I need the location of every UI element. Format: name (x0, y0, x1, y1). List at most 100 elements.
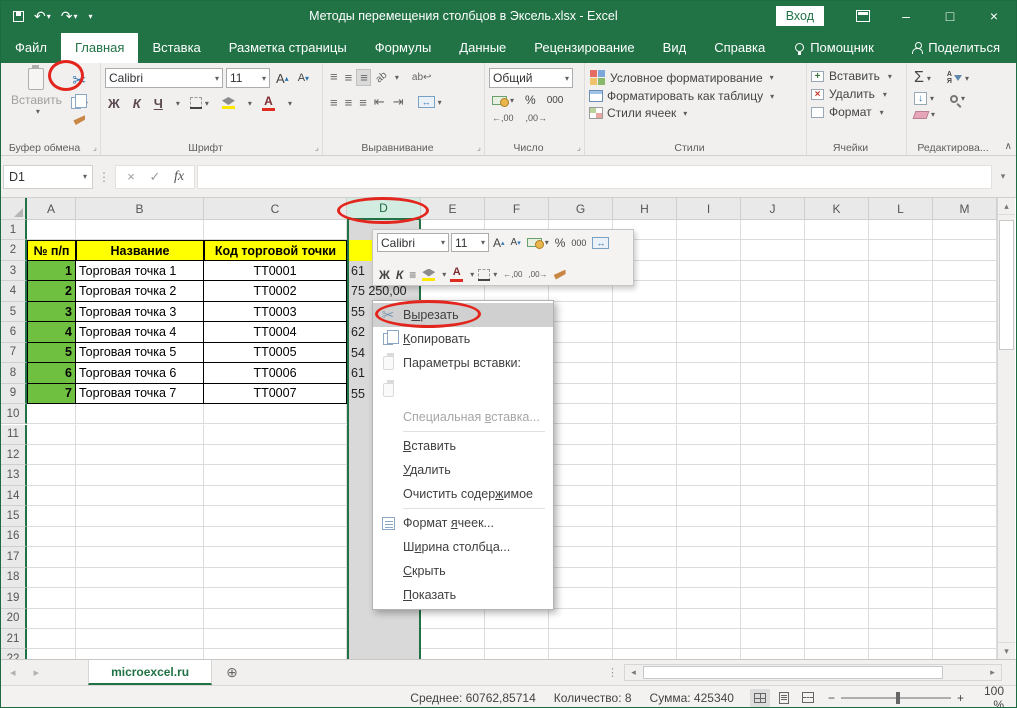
mini-accounting-icon[interactable]: ▾ (525, 238, 551, 247)
cell-H11[interactable] (613, 425, 677, 445)
row-header-10[interactable]: 10 (1, 404, 27, 424)
cell-G17[interactable] (549, 547, 613, 567)
cell-A19[interactable] (27, 588, 76, 608)
align-bottom-icon[interactable]: ≡ (356, 69, 371, 86)
format-as-table-button[interactable]: Форматировать как таблицу▾ (589, 89, 802, 103)
row-header-19[interactable]: 19 (1, 588, 27, 608)
cell-C14[interactable] (204, 486, 347, 506)
cell-G20[interactable] (549, 609, 613, 629)
cell-A7[interactable]: 5 (27, 343, 76, 363)
cell-M18[interactable] (933, 568, 997, 588)
row-header-11[interactable]: 11 (1, 425, 27, 445)
mini-fill-color-icon[interactable] (420, 269, 437, 281)
cell-A17[interactable] (27, 547, 76, 567)
cell-K16[interactable] (805, 527, 869, 547)
cell-D5-value[interactable]: 55 (351, 305, 365, 319)
cell-M14[interactable] (933, 486, 997, 506)
align-middle-icon[interactable]: ≡ (342, 70, 355, 85)
row-header-3[interactable]: 3 (1, 261, 27, 281)
cell-J5[interactable] (741, 302, 805, 322)
tab-Формулы[interactable]: Формулы (361, 33, 446, 63)
cell-G7[interactable] (549, 343, 613, 363)
cell-B18[interactable] (76, 568, 204, 588)
cell-I13[interactable] (677, 465, 741, 485)
cell-J9[interactable] (741, 384, 805, 404)
cell-M6[interactable] (933, 322, 997, 342)
row-header-14[interactable]: 14 (1, 486, 27, 506)
cell-M21[interactable] (933, 629, 997, 649)
horizontal-scrollbar[interactable]: ◂ ▸ (624, 664, 1002, 681)
zoom-out-icon[interactable]: − (828, 691, 835, 705)
cell-F21[interactable] (485, 629, 549, 649)
cell-A20[interactable] (27, 609, 76, 629)
cell-I9[interactable] (677, 384, 741, 404)
row-header-17[interactable]: 17 (1, 547, 27, 567)
row-header-2[interactable]: 2 (1, 240, 27, 260)
cell-L19[interactable] (869, 588, 933, 608)
cell-B19[interactable] (76, 588, 204, 608)
cell-B10[interactable] (76, 404, 204, 424)
cell-J13[interactable] (741, 465, 805, 485)
cell-A11[interactable] (27, 425, 76, 445)
column-header-K[interactable]: K (805, 198, 869, 220)
clipboard-dialog-launcher-icon[interactable]: ⌟ (93, 142, 97, 153)
cell-B4[interactable]: Торговая точка 2 (76, 281, 204, 301)
cell-J18[interactable] (741, 568, 805, 588)
cell-A13[interactable] (27, 465, 76, 485)
cell-D9-value[interactable]: 55 (351, 387, 365, 401)
cell-K15[interactable] (805, 506, 869, 526)
cell-I3[interactable] (677, 261, 741, 281)
row-header-9[interactable]: 9 (1, 384, 27, 404)
cell-G13[interactable] (549, 465, 613, 485)
cell-H10[interactable] (613, 404, 677, 424)
cell-M1[interactable] (933, 220, 997, 240)
cell-B15[interactable] (76, 506, 204, 526)
cell-I14[interactable] (677, 486, 741, 506)
cell-B5[interactable]: Торговая точка 3 (76, 302, 204, 322)
cell-B16[interactable] (76, 527, 204, 547)
cell-M4[interactable] (933, 281, 997, 301)
menu-item-Удалить[interactable]: Удалить (373, 458, 553, 482)
alignment-dialog-launcher-icon[interactable]: ⌟ (477, 142, 481, 153)
delete-cells-button[interactable]: ×Удалить▾ (811, 87, 902, 101)
cell-C20[interactable] (204, 609, 347, 629)
cell-H8[interactable] (613, 363, 677, 383)
row-header-22[interactable]: 22 (1, 649, 27, 659)
cell-M3[interactable] (933, 261, 997, 281)
cell-K3[interactable] (805, 261, 869, 281)
font-dialog-launcher-icon[interactable]: ⌟ (315, 142, 319, 153)
accounting-format-icon[interactable]: ▾ (489, 95, 517, 106)
cell-K7[interactable] (805, 343, 869, 363)
cell-L7[interactable] (869, 343, 933, 363)
cell-G8[interactable] (549, 363, 613, 383)
cell-L22[interactable] (869, 649, 933, 659)
cell-L21[interactable] (869, 629, 933, 649)
cell-L16[interactable] (869, 527, 933, 547)
cell-K9[interactable] (805, 384, 869, 404)
tab-Рецензирование[interactable]: Рецензирование (520, 33, 648, 63)
mini-bold-button[interactable]: Ж (377, 268, 392, 282)
orientation-icon[interactable]: ab (371, 67, 392, 88)
cell-C13[interactable] (204, 465, 347, 485)
cell-L5[interactable] (869, 302, 933, 322)
select-all-corner[interactable] (1, 198, 27, 220)
menu-item-Ширина столбца...[interactable]: Ширина столбца... (373, 535, 553, 559)
tab-Файл[interactable]: Файл (1, 33, 61, 63)
cell-A15[interactable] (27, 506, 76, 526)
cell-A16[interactable] (27, 527, 76, 547)
mini-decrease-decimal-icon[interactable]: ,00→ (526, 270, 549, 279)
row-header-13[interactable]: 13 (1, 465, 27, 485)
sort-filter-icon[interactable]: АЯ▾ (944, 70, 972, 86)
name-box[interactable]: D1 ▾ (3, 165, 93, 189)
cell-H13[interactable] (613, 465, 677, 485)
cell-M2[interactable] (933, 240, 997, 260)
scroll-down-icon[interactable]: ▾ (998, 642, 1015, 659)
row-header-8[interactable]: 8 (1, 363, 27, 383)
cell-L17[interactable] (869, 547, 933, 567)
cell-L18[interactable] (869, 568, 933, 588)
cell-A1[interactable] (27, 220, 76, 240)
cell-K13[interactable] (805, 465, 869, 485)
cell-J16[interactable] (741, 527, 805, 547)
autosum-icon[interactable]: Σ▾ (911, 68, 934, 88)
mini-italic-button[interactable]: К (394, 268, 405, 282)
